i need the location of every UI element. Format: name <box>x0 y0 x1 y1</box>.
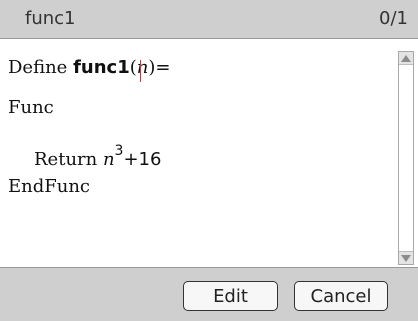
edit-button[interactable]: Edit <box>183 281 278 311</box>
open-paren: ( <box>129 57 137 78</box>
define-keyword: Define <box>8 57 74 78</box>
vertical-scrollbar[interactable] <box>398 51 414 265</box>
triangle-down-icon[interactable] <box>399 251 413 264</box>
func-line: Func <box>8 97 54 118</box>
return-line: Return n3+16 <box>34 143 161 170</box>
equals-sign: = <box>155 57 171 78</box>
text-cursor <box>139 60 141 82</box>
return-base: n <box>102 149 115 170</box>
cancel-button[interactable]: Cancel <box>294 281 388 311</box>
triangle-up-icon[interactable] <box>399 52 413 65</box>
function-editor[interactable]: Define func1(n)= Func Return n3+16 EndFu… <box>0 39 396 267</box>
parameter-name: n <box>136 57 149 78</box>
function-name: func1 <box>73 57 130 78</box>
define-line: Define func1(n)= <box>8 57 171 82</box>
return-rest: +16 <box>123 149 162 170</box>
endfunc-line: EndFunc <box>8 176 91 197</box>
button-bar: Edit Cancel <box>0 267 418 321</box>
page-indicator: 0/1 <box>379 8 408 29</box>
parameter-field[interactable]: n <box>136 57 149 82</box>
titlebar: func1 0/1 <box>0 0 418 39</box>
return-keyword: Return <box>34 149 103 170</box>
function-view-window: func1 0/1 Define func1(n)= Func Return n… <box>0 0 418 321</box>
window-title: func1 <box>25 8 76 29</box>
